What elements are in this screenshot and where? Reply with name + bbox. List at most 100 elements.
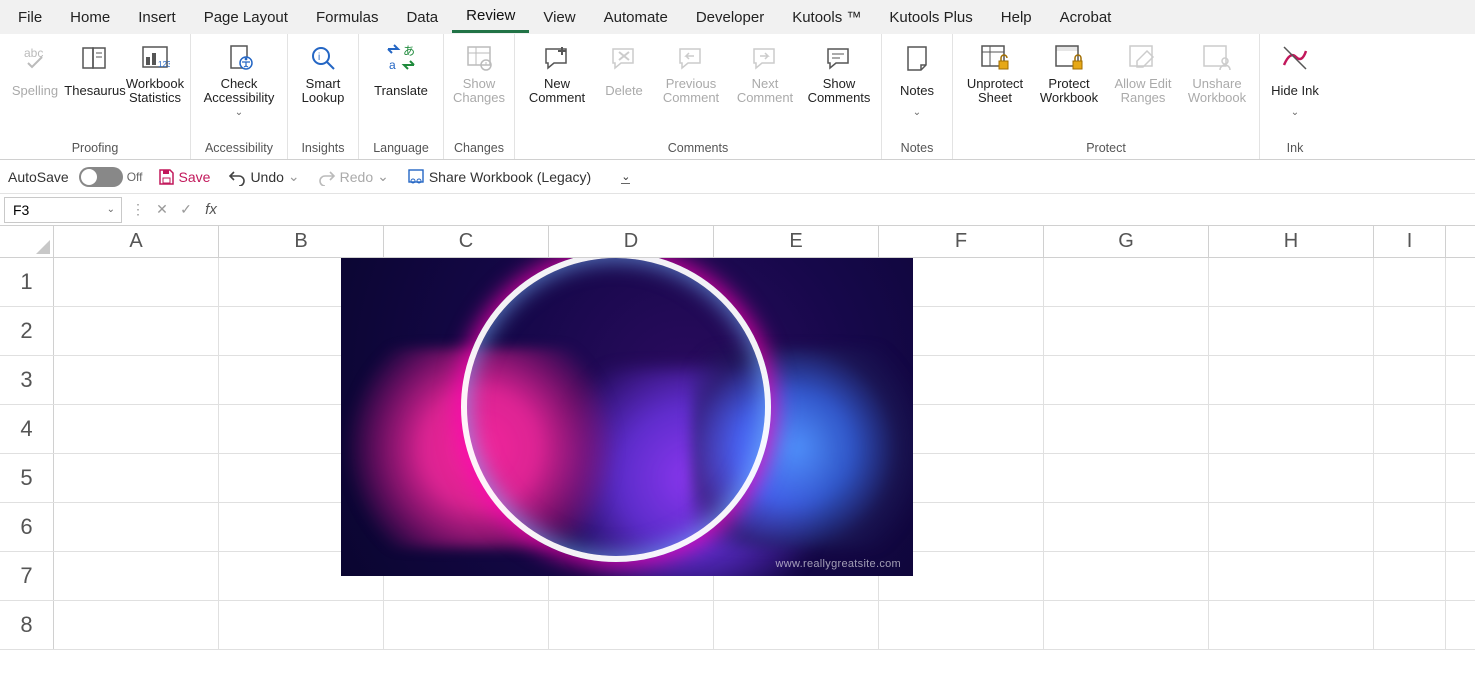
- cell[interactable]: [1044, 356, 1209, 404]
- cell[interactable]: [1044, 454, 1209, 502]
- name-box[interactable]: F3 ⌄: [4, 197, 122, 223]
- menu-item-home[interactable]: Home: [56, 3, 124, 32]
- row-header[interactable]: 8: [0, 601, 54, 649]
- group-label-accessibility: Accessibility: [197, 139, 281, 159]
- cell[interactable]: [54, 503, 219, 551]
- cell[interactable]: [54, 307, 219, 355]
- row-header[interactable]: 3: [0, 356, 54, 404]
- column-header[interactable]: E: [714, 226, 879, 257]
- column-header[interactable]: F: [879, 226, 1044, 257]
- cell[interactable]: [714, 601, 879, 649]
- column-header[interactable]: A: [54, 226, 219, 257]
- cell[interactable]: [1209, 258, 1374, 306]
- chevron-down-icon[interactable]: ⌄: [288, 168, 300, 185]
- autosave-toggle[interactable]: [79, 167, 123, 187]
- cell[interactable]: [1374, 356, 1446, 404]
- cell[interactable]: [549, 601, 714, 649]
- workbook-statistics-icon: 123: [139, 42, 171, 74]
- cell[interactable]: [1209, 503, 1374, 551]
- cell[interactable]: [1374, 503, 1446, 551]
- fx-icon[interactable]: fx: [198, 201, 224, 218]
- embedded-picture[interactable]: www.reallygreatsite.com: [341, 258, 913, 576]
- cell[interactable]: [1209, 405, 1374, 453]
- cell[interactable]: [1044, 552, 1209, 600]
- chevron-down-icon: ⌄: [621, 170, 630, 184]
- cell[interactable]: [1209, 601, 1374, 649]
- cell[interactable]: [1209, 307, 1374, 355]
- column-header[interactable]: B: [219, 226, 384, 257]
- row-header[interactable]: 5: [0, 454, 54, 502]
- row-header[interactable]: 7: [0, 552, 54, 600]
- menu-item-automate[interactable]: Automate: [590, 3, 682, 32]
- new-comment-button[interactable]: New Comment: [521, 38, 593, 106]
- notes-button[interactable]: Notes ⌄: [888, 38, 946, 118]
- menu-item-developer[interactable]: Developer: [682, 3, 778, 32]
- group-label-protect: Protect: [959, 139, 1253, 159]
- smart-lookup-button[interactable]: i Smart Lookup: [294, 38, 352, 106]
- unshare-workbook-label: Unshare Workbook: [1181, 76, 1253, 106]
- cell[interactable]: [219, 601, 384, 649]
- cell[interactable]: [384, 601, 549, 649]
- next-comment-button: Next Comment: [729, 38, 801, 106]
- allow-edit-ranges-icon: [1127, 42, 1159, 74]
- share-workbook-button[interactable]: Share Workbook (Legacy): [403, 166, 595, 188]
- cell[interactable]: [1044, 405, 1209, 453]
- unprotect-sheet-button[interactable]: Unprotect Sheet: [959, 38, 1031, 106]
- menu-item-file[interactable]: File: [4, 3, 56, 32]
- cell[interactable]: [54, 356, 219, 404]
- cell[interactable]: [54, 552, 219, 600]
- cell[interactable]: [1374, 307, 1446, 355]
- formula-input[interactable]: [224, 197, 1475, 223]
- translate-button[interactable]: あa Translate: [365, 38, 437, 106]
- column-header[interactable]: G: [1044, 226, 1209, 257]
- qat-customize-button[interactable]: ⌄: [617, 168, 634, 186]
- cell[interactable]: [1209, 356, 1374, 404]
- row-header[interactable]: 4: [0, 405, 54, 453]
- check-accessibility-button[interactable]: Check Accessibility ⌄: [197, 38, 281, 118]
- cell[interactable]: [54, 258, 219, 306]
- menu-item-help[interactable]: Help: [987, 3, 1046, 32]
- menu-item-review[interactable]: Review: [452, 1, 529, 33]
- save-button[interactable]: Save: [153, 166, 215, 188]
- column-header[interactable]: C: [384, 226, 549, 257]
- hide-ink-button[interactable]: Hide Ink ⌄: [1266, 38, 1324, 118]
- column-header[interactable]: H: [1209, 226, 1374, 257]
- protect-workbook-button[interactable]: Protect Workbook: [1033, 38, 1105, 106]
- cell[interactable]: [1044, 258, 1209, 306]
- menu-item-acrobat[interactable]: Acrobat: [1046, 3, 1126, 32]
- workbook-statistics-button[interactable]: 123 Workbook Statistics: [126, 38, 184, 106]
- row-header[interactable]: 1: [0, 258, 54, 306]
- menu-item-view[interactable]: View: [529, 3, 589, 32]
- formula-more-icon[interactable]: ⋮: [126, 201, 150, 218]
- cell[interactable]: [1374, 601, 1446, 649]
- cell[interactable]: [879, 601, 1044, 649]
- select-all-corner[interactable]: [0, 226, 54, 257]
- cell[interactable]: [1044, 503, 1209, 551]
- column-header[interactable]: D: [549, 226, 714, 257]
- chevron-down-icon[interactable]: ⌄: [107, 204, 115, 215]
- quick-access-toolbar: AutoSave Off Save Undo ⌄ Redo ⌄ Share Wo…: [0, 160, 1475, 194]
- show-comments-button[interactable]: Show Comments: [803, 38, 875, 106]
- undo-button[interactable]: Undo ⌄: [224, 166, 303, 188]
- cell[interactable]: [1374, 454, 1446, 502]
- menu-item-kutools[interactable]: Kutools ™: [778, 3, 875, 32]
- cell[interactable]: [1044, 307, 1209, 355]
- menu-item-page-layout[interactable]: Page Layout: [190, 3, 302, 32]
- menu-item-insert[interactable]: Insert: [124, 3, 190, 32]
- menu-item-formulas[interactable]: Formulas: [302, 3, 393, 32]
- cell[interactable]: [1209, 552, 1374, 600]
- cell[interactable]: [1044, 601, 1209, 649]
- cell[interactable]: [54, 405, 219, 453]
- row-header[interactable]: 2: [0, 307, 54, 355]
- cell[interactable]: [1209, 454, 1374, 502]
- cell[interactable]: [54, 454, 219, 502]
- column-header[interactable]: I: [1374, 226, 1446, 257]
- menu-item-kutools-plus[interactable]: Kutools Plus: [875, 3, 986, 32]
- cell[interactable]: [1374, 552, 1446, 600]
- menu-item-data[interactable]: Data: [392, 3, 452, 32]
- cell[interactable]: [54, 601, 219, 649]
- cell[interactable]: [1374, 258, 1446, 306]
- row-header[interactable]: 6: [0, 503, 54, 551]
- cell[interactable]: [1374, 405, 1446, 453]
- thesaurus-button[interactable]: Thesaurus: [66, 38, 124, 106]
